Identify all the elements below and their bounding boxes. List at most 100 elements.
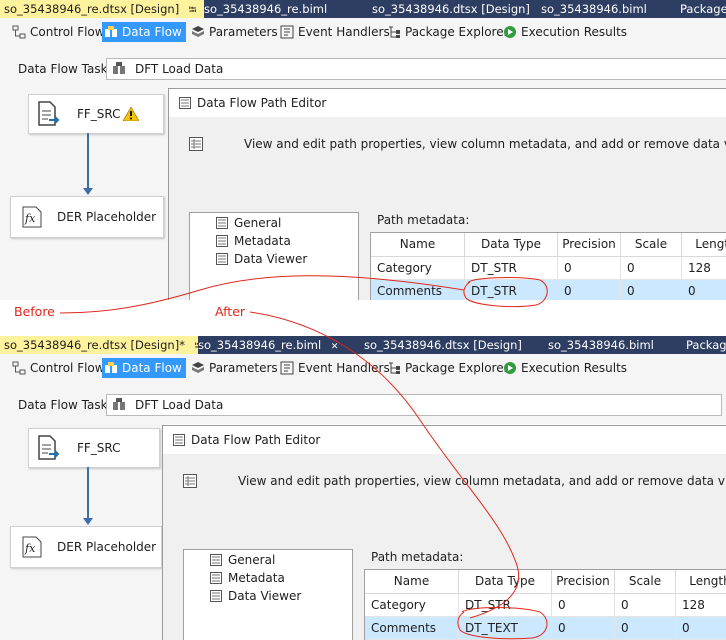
document-tabbar: so_35438946_re.dtsx [Design] ⭾ so_354389… [0, 0, 726, 18]
dialog-title-bar[interactable]: Data Flow Path Editor [163, 426, 726, 454]
data-flow-task-value: DFT Load Data [135, 398, 224, 412]
data-flow-task-label: Data Flow Task: [18, 62, 112, 76]
data-flow-label: Data Flow [122, 361, 182, 375]
path-editor-icon [183, 474, 197, 488]
nav-item-data-viewer[interactable]: Data Viewer [216, 252, 307, 266]
path-connector[interactable] [87, 467, 89, 519]
tab-dtsx-design[interactable]: so_35438946.dtsx [Design] [360, 336, 522, 354]
path-connector[interactable] [87, 133, 89, 189]
parameters-button[interactable]: Parameters [189, 22, 282, 42]
data-flow-label: Data Flow [122, 25, 182, 39]
data-viewer-icon [210, 590, 222, 602]
flat-file-source-icon [38, 101, 60, 126]
event-handlers-button[interactable]: Event Handlers [278, 22, 394, 42]
cell-length: 128 [682, 257, 726, 280]
col-header-name[interactable]: Name [365, 570, 459, 594]
execution-results-button[interactable]: Execution Results [501, 358, 631, 378]
cell-data-type: DT_TEXT [459, 617, 552, 640]
col-header-length[interactable]: Length [676, 570, 726, 594]
parameters-icon [192, 26, 204, 37]
control-flow-button[interactable]: Control Flow [10, 22, 109, 42]
nav-item-general[interactable]: General [210, 553, 276, 567]
dialog-description: View and edit path properties, view colu… [244, 137, 726, 151]
control-flow-label: Control Flow [30, 25, 105, 39]
data-flow-task-select[interactable]: DFT Load Data [106, 394, 722, 416]
general-icon [210, 554, 222, 566]
data-flow-button[interactable]: Data Flow [102, 22, 186, 42]
ff-src-node[interactable]: FF_SRC [28, 428, 160, 468]
nav-general-label: General [228, 553, 276, 567]
metadata-icon [216, 235, 228, 247]
pin-icon[interactable]: ⭾ [189, 5, 197, 16]
editor-nav-list: General Metadata Data Viewer [183, 549, 353, 640]
parameters-button[interactable]: Parameters [189, 358, 282, 378]
dialog-title-bar[interactable]: Data Flow Path Editor [169, 89, 726, 117]
tab-biml[interactable]: so_35438946.biml [537, 0, 647, 18]
tab-re-dtsx-design[interactable]: so_35438946_re.dtsx [Design] ⭾ [0, 0, 204, 18]
metadata-icon [210, 572, 222, 584]
package-explorer-label: Package Explorer [405, 361, 509, 375]
der-placeholder-node[interactable]: fx DER Placeholder [10, 526, 162, 568]
cell-length: 0 [676, 617, 726, 640]
col-header-precision[interactable]: Precision [552, 570, 615, 594]
data-flow-button[interactable]: Data Flow [102, 358, 186, 378]
data-flow-icon [105, 362, 117, 373]
col-header-precision[interactable]: Precision [558, 233, 621, 257]
design-canvas[interactable]: FF_SRC fx DER Placeholder [0, 88, 170, 300]
flat-file-source-icon [38, 435, 60, 460]
data-flow-task-select[interactable]: DFT Load Data [106, 58, 726, 80]
cell-precision: 0 [558, 257, 621, 280]
tab-package[interactable]: Package [676, 0, 726, 18]
before-panel: so_35438946_re.dtsx [Design] ⭾ so_354389… [0, 0, 726, 300]
execution-results-label: Execution Results [521, 361, 628, 375]
data-flow-path-editor-dialog: Data Flow Path Editor View and edit path… [162, 425, 726, 640]
close-icon[interactable]: ✕ [331, 342, 339, 352]
cell-name: Category [365, 594, 459, 617]
col-header-name[interactable]: Name [371, 233, 465, 257]
tab-re-biml[interactable]: so_35438946_re.biml [200, 0, 327, 18]
ff-src-label: FF_SRC [77, 107, 121, 121]
der-placeholder-node[interactable]: fx DER Placeholder [10, 196, 164, 238]
document-tabbar: so_35438946_re.dtsx [Design]* ⭾ so_35438… [0, 336, 726, 354]
data-flow-task-bar: Data Flow Task: DFT Load Data [0, 382, 726, 424]
nav-item-general[interactable]: General [216, 216, 281, 230]
design-canvas[interactable]: FF_SRC fx DER Placeholder [0, 424, 164, 640]
package-explorer-label: Package Explorer [405, 25, 509, 39]
path-metadata-label: Path metadata: [371, 550, 464, 564]
tab-re-dtsx-design[interactable]: so_35438946_re.dtsx [Design]* ⭾ [0, 336, 202, 354]
col-header-scale[interactable]: Scale [621, 233, 682, 257]
parameters-label: Parameters [209, 25, 278, 39]
execution-results-label: Execution Results [521, 25, 628, 39]
tab-label: so_35438946_re.biml [198, 338, 322, 352]
col-header-data-type[interactable]: Data Type [465, 233, 558, 257]
package-explorer-icon [389, 362, 400, 374]
col-header-scale[interactable]: Scale [615, 570, 676, 594]
tab-biml[interactable]: so_35438946.biml [544, 336, 654, 354]
col-header-data-type[interactable]: Data Type [459, 570, 552, 594]
cell-name: Category [371, 257, 465, 280]
cell-length: 0 [682, 280, 726, 300]
col-header-length[interactable]: Length [682, 233, 726, 257]
event-handlers-icon [280, 25, 294, 39]
tab-package[interactable]: Packag [682, 336, 726, 354]
execution-results-button[interactable]: Execution Results [501, 22, 631, 42]
after-caption: After [215, 304, 246, 319]
control-flow-button[interactable]: Control Flow [10, 358, 109, 378]
tab-dtsx-design[interactable]: so_35438946.dtsx [Design] [368, 0, 530, 18]
warning-icon [123, 107, 139, 121]
designer-toolbar: Control Flow Data Flow Parameters Event … [0, 354, 726, 383]
der-placeholder-label: DER Placeholder [57, 540, 157, 554]
package-explorer-button[interactable]: Package Explorer [385, 358, 513, 378]
nav-metadata-label: Metadata [234, 234, 291, 248]
package-explorer-button[interactable]: Package Explorer [385, 22, 513, 42]
event-handlers-button[interactable]: Event Handlers [278, 358, 394, 378]
der-placeholder-label: DER Placeholder [57, 210, 157, 224]
cell-data-type: DT_STR [459, 594, 552, 617]
svg-text:fx: fx [24, 542, 36, 555]
ff-src-node[interactable]: FF_SRC [28, 94, 164, 134]
parameters-icon [192, 362, 204, 373]
nav-item-metadata[interactable]: Metadata [216, 234, 291, 248]
tab-re-biml[interactable]: so_35438946_re.biml ✕ [194, 336, 338, 354]
nav-item-data-viewer[interactable]: Data Viewer [210, 589, 301, 603]
nav-item-metadata[interactable]: Metadata [210, 571, 285, 585]
